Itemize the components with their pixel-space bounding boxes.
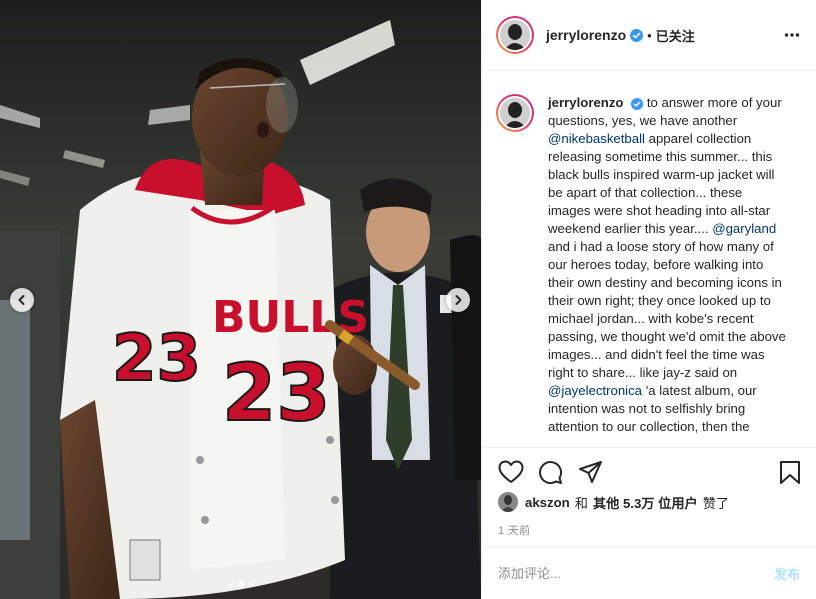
- author-username[interactable]: jerrylorenzo: [546, 27, 626, 43]
- caption-author-avatar[interactable]: [496, 94, 534, 132]
- mention-link[interactable]: @jayelectronica: [548, 383, 642, 398]
- comment-input[interactable]: [498, 566, 774, 581]
- header-separator: •: [647, 27, 652, 43]
- verified-badge-icon: [630, 28, 644, 42]
- avatar-image: [500, 98, 530, 128]
- chevron-right-icon: [455, 295, 462, 305]
- post-photo: BULLS 23 23: [0, 0, 481, 599]
- caption-segment: and i had a loose story of how many of o…: [548, 239, 786, 380]
- post-comment-button[interactable]: 发布: [774, 564, 800, 583]
- likes-and-text: 和: [574, 495, 588, 511]
- liker-username[interactable]: akszon: [525, 495, 570, 510]
- liker-avatar[interactable]: [498, 492, 518, 512]
- likes-liked-text: 赞了: [702, 495, 730, 511]
- post-side-panel: jerrylorenzo • 已关注 jerrylorenzo to answe…: [481, 0, 816, 599]
- heart-icon: [498, 460, 524, 483]
- share-button[interactable]: [578, 460, 603, 489]
- paper-plane-icon: [579, 461, 602, 483]
- carousel-prev-button[interactable]: [10, 288, 34, 312]
- more-dots-icon: [784, 33, 800, 37]
- caption-username[interactable]: jerrylorenzo: [548, 95, 624, 110]
- carousel-dot: [227, 581, 234, 587]
- comment-button[interactable]: [538, 460, 563, 490]
- post-header: jerrylorenzo • 已关注: [482, 0, 816, 71]
- author-avatar[interactable]: [496, 16, 534, 54]
- carousel-dot: [247, 581, 254, 587]
- comment-bubble-icon: [539, 461, 563, 485]
- post-media[interactable]: BULLS 23 23: [0, 0, 481, 599]
- likes-others-link[interactable]: 其他 5.3万 位用户: [593, 493, 698, 512]
- post-timestamp[interactable]: 1 天前: [498, 522, 530, 538]
- likes-summary: akszon 和 其他 5.3万 位用户 赞了: [498, 492, 734, 512]
- comment-composer: 发布: [482, 547, 816, 599]
- action-bar: [482, 447, 816, 497]
- caption-text: jerrylorenzo to answer more of your ques…: [548, 94, 788, 436]
- carousel-indicator: [0, 581, 481, 587]
- following-button[interactable]: 已关注: [656, 26, 695, 45]
- more-options-button[interactable]: [784, 26, 800, 49]
- mention-link[interactable]: @garyland: [712, 221, 776, 236]
- save-button[interactable]: [779, 460, 801, 490]
- carousel-dot-active: [237, 581, 244, 587]
- chevron-left-icon: [18, 295, 25, 305]
- avatar-image: [498, 492, 518, 512]
- like-button[interactable]: [498, 460, 524, 489]
- avatar-image: [500, 20, 530, 50]
- bookmark-icon: [780, 461, 800, 484]
- mention-link[interactable]: @nikebasketball: [548, 131, 645, 146]
- jersey-number-front: 23: [222, 349, 331, 439]
- post-caption: jerrylorenzo to answer more of your ques…: [482, 72, 816, 447]
- carousel-next-button[interactable]: [446, 288, 470, 312]
- jacket-number: 23: [112, 322, 201, 396]
- verified-badge-icon: [631, 97, 644, 110]
